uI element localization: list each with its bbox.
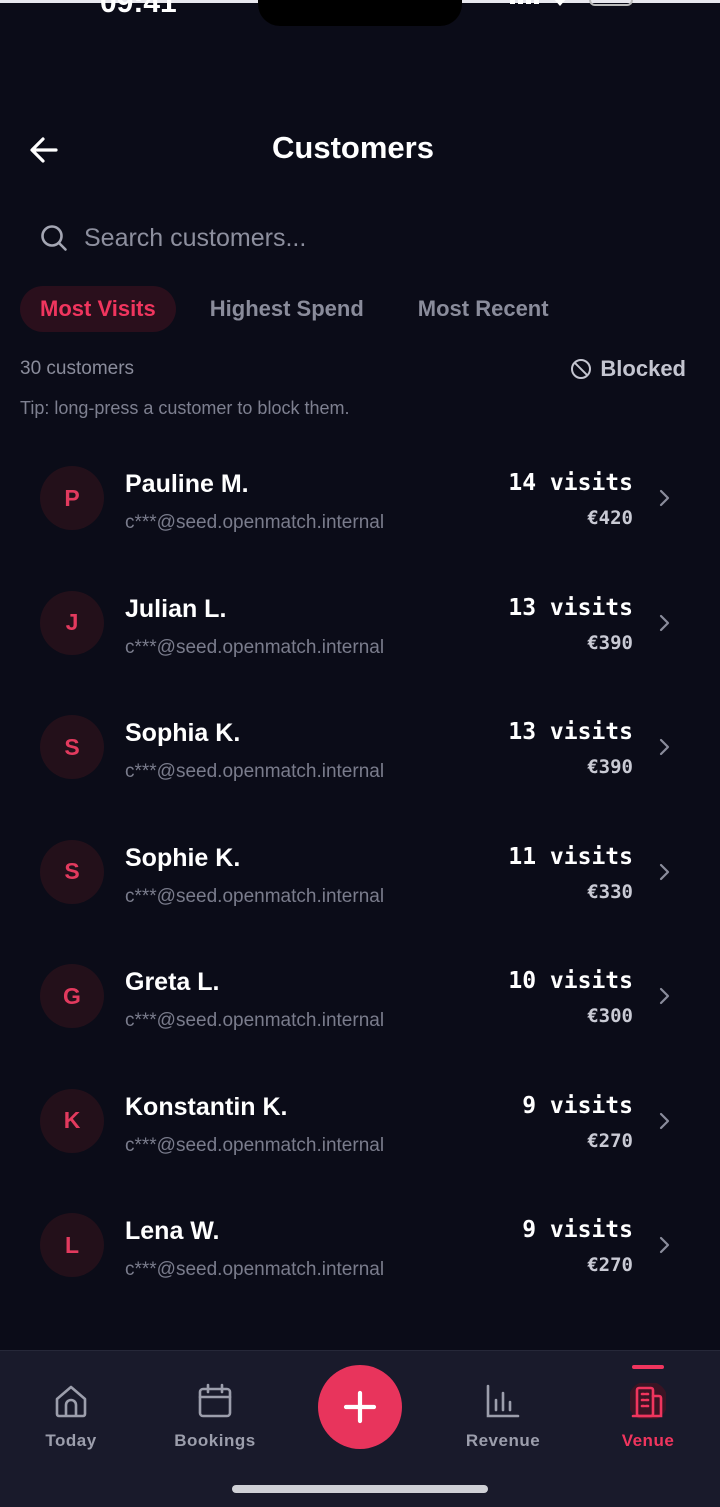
customer-row[interactable]: S Sophia K. c***@seed.openmatch.internal… [0, 685, 720, 810]
customer-row[interactable]: J Julian L. c***@seed.openmatch.internal… [0, 561, 720, 686]
customer-email: c***@seed.openmatch.internal [125, 1259, 385, 1280]
customer-email: c***@seed.openmatch.internal [125, 761, 385, 782]
bar-chart-icon [486, 1384, 520, 1418]
chevron-right-icon [659, 1236, 670, 1254]
tab-most-visits[interactable]: Most Visits [20, 286, 176, 332]
customer-list: P Pauline M. c***@seed.openmatch.interna… [0, 436, 720, 1308]
customer-email: c***@seed.openmatch.internal [125, 636, 385, 658]
total-spend: €330 [587, 880, 633, 903]
visit-count: 14 visits [508, 470, 633, 496]
search-icon [41, 225, 67, 251]
customer-row[interactable]: L Lena W. c***@seed.openmatch.internal 9… [0, 1183, 720, 1308]
total-spend: €390 [587, 631, 633, 654]
nav-today[interactable]: Today [11, 1351, 131, 1471]
visit-count: 13 visits [508, 594, 633, 621]
customer-row[interactable]: P Pauline M. c***@seed.openmatch.interna… [0, 436, 720, 561]
customer-name: Julian L. [125, 594, 227, 623]
sort-tabs: Most Visits Highest Spend Most Recent [20, 286, 583, 332]
customer-email: c***@seed.openmatch.internal [125, 885, 385, 907]
avatar: G [40, 964, 104, 1028]
chevron-right-icon [659, 738, 670, 756]
nav-label: Revenue [465, 1431, 541, 1450]
customer-name: Pauline M. [125, 470, 249, 498]
visit-count: 11 visits [508, 843, 633, 870]
home-indicator [232, 1485, 488, 1493]
status-icons [510, 0, 633, 8]
plus-icon [343, 1390, 377, 1424]
device-notch [258, 0, 462, 26]
wifi-icon [553, 0, 567, 6]
chevron-right-icon [659, 614, 670, 631]
chevron-right-icon [659, 987, 670, 1005]
home-icon [55, 1385, 87, 1418]
nav-label: Today [45, 1431, 97, 1450]
status-time: 09:41 [100, 0, 177, 19]
avatar: L [40, 1213, 104, 1277]
list-summary: 30 customers Blocked [20, 356, 686, 384]
total-spend: €270 [587, 1254, 633, 1276]
blocked-button[interactable]: Blocked [570, 356, 686, 382]
visit-count: 13 visits [508, 719, 633, 745]
nav-bookings[interactable]: Bookings [155, 1351, 275, 1471]
customer-name: Sophie K. [125, 843, 241, 872]
active-tab-indicator [632, 1365, 664, 1369]
customer-name: Sophia K. [125, 719, 241, 747]
search-input[interactable] [84, 223, 644, 253]
search-bar[interactable] [20, 212, 700, 264]
visit-count: 9 visits [522, 1092, 633, 1119]
nav-revenue[interactable]: Revenue [443, 1351, 563, 1471]
building-icon [630, 1383, 666, 1419]
avatar: S [40, 715, 104, 779]
customer-row[interactable]: K Konstantin K. c***@seed.openmatch.inte… [0, 1059, 720, 1184]
visit-count: 9 visits [522, 1217, 633, 1243]
chevron-right-icon [659, 489, 670, 507]
customer-row[interactable]: G Greta L. c***@seed.openmatch.internal … [0, 934, 720, 1059]
customer-email: c***@seed.openmatch.internal [125, 1010, 385, 1031]
page-title: Customers [272, 130, 434, 165]
total-spend: €300 [587, 1005, 633, 1027]
visit-count: 10 visits [508, 968, 633, 994]
tip-text: Tip: long-press a customer to block them… [20, 398, 350, 418]
ban-icon [571, 359, 592, 379]
nav-venue[interactable]: Venue [588, 1351, 708, 1471]
calendar-icon [198, 1383, 232, 1418]
chevron-right-icon [659, 1112, 670, 1129]
avatar: J [40, 590, 104, 655]
customer-name: Greta L. [125, 968, 220, 996]
avatar: P [40, 466, 104, 530]
customer-row[interactable]: S Sophie K. c***@seed.openmatch.internal… [0, 810, 720, 935]
customer-name: Lena W. [125, 1217, 220, 1245]
bottom-tab-bar: Today Bookings Revenue Venue [0, 1350, 720, 1507]
avatar: K [40, 1088, 104, 1153]
nav-label: Venue [621, 1431, 675, 1450]
blocked-label: Blocked [600, 356, 686, 381]
header: Customers [0, 118, 720, 182]
tab-most-recent[interactable]: Most Recent [398, 286, 569, 332]
avatar: S [40, 839, 104, 904]
customer-count: 30 customers [20, 358, 135, 379]
tab-highest-spend[interactable]: Highest Spend [190, 286, 384, 332]
signal-icon [510, 0, 539, 4]
total-spend: €420 [587, 507, 633, 529]
status-bar: 09:41 [0, 0, 720, 26]
customer-name: Konstantin K. [125, 1092, 288, 1121]
total-spend: €390 [587, 756, 633, 778]
total-spend: €270 [587, 1129, 633, 1152]
battery-icon [589, 0, 633, 6]
add-button[interactable] [318, 1365, 402, 1449]
nav-label: Bookings [174, 1431, 256, 1450]
customer-email: c***@seed.openmatch.internal [125, 512, 385, 533]
chevron-right-icon [659, 863, 670, 880]
customer-email: c***@seed.openmatch.internal [125, 1134, 385, 1156]
